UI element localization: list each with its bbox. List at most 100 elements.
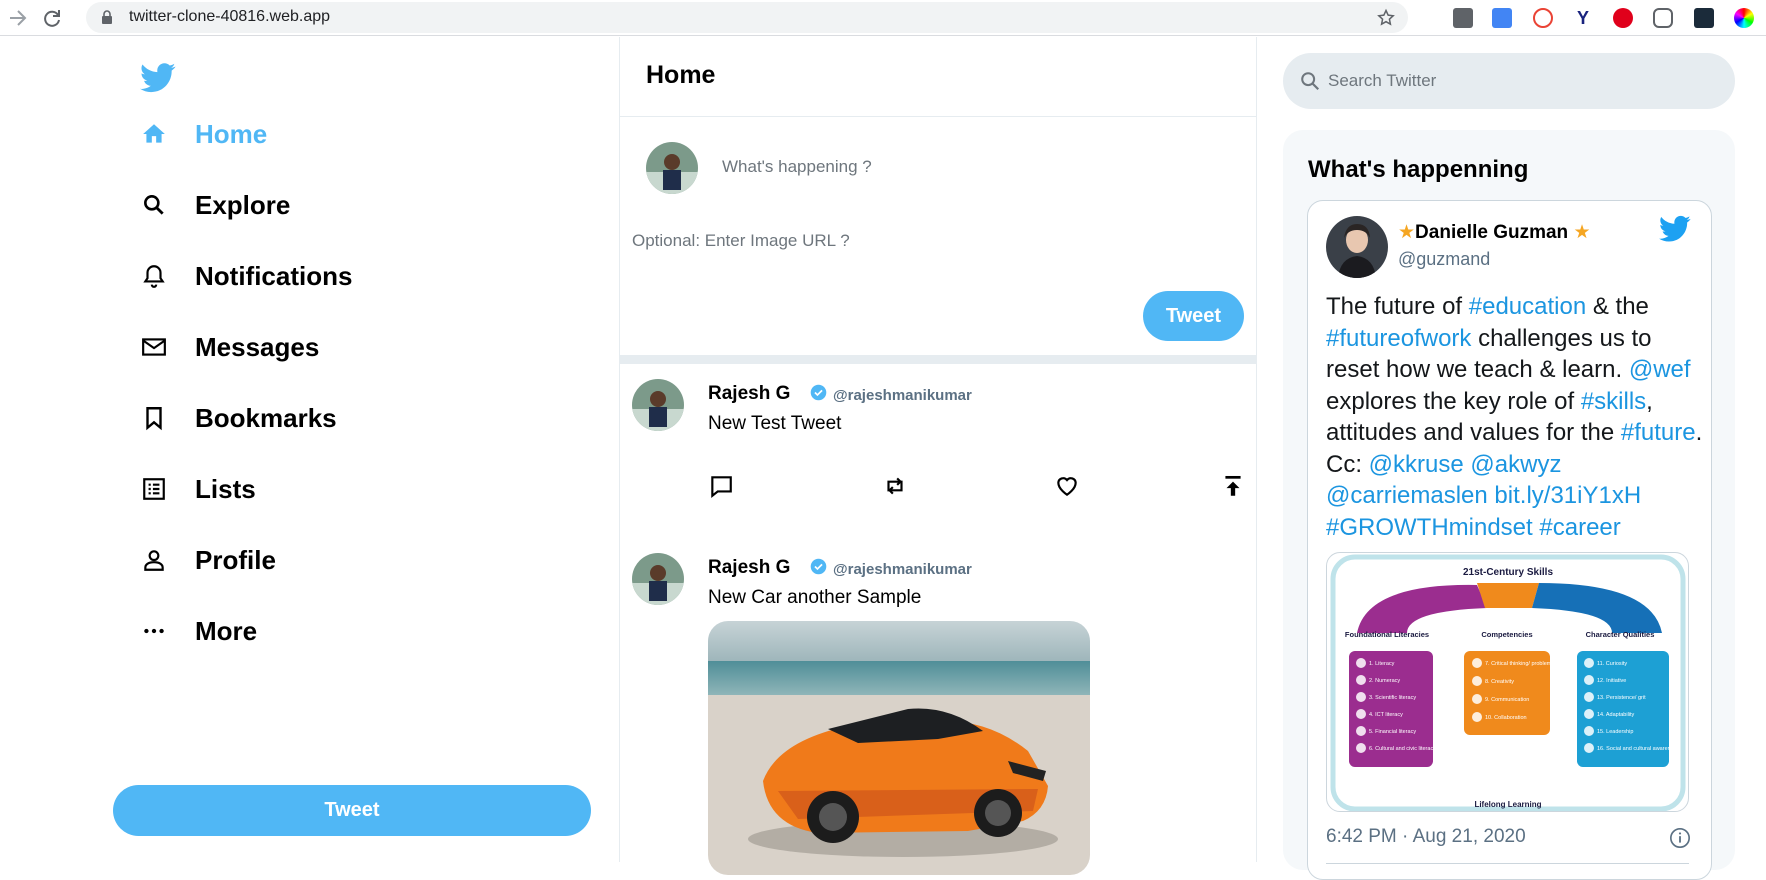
compose-avatar	[646, 142, 698, 194]
sidebar-item-label: Explore	[195, 190, 291, 220]
share-icon[interactable]	[1220, 473, 1246, 499]
compose-input[interactable]: What's happening ?	[722, 157, 872, 177]
sidebar-item-more[interactable]: More	[140, 611, 257, 651]
whats-happening-widget: What's happenning ★Danielle Guzman ★ @gu…	[1283, 130, 1735, 880]
embed-text-span: & the	[1586, 293, 1649, 320]
verified-icon	[810, 384, 827, 401]
keep-icon[interactable]	[1453, 8, 1473, 28]
forward-icon[interactable]	[6, 6, 30, 30]
browser-toolbar: twitter-clone-40816.web.app Y	[0, 0, 1766, 36]
bookmark-star-icon[interactable]	[1376, 8, 1396, 28]
embed-link[interactable]: #futureofwork	[1326, 325, 1471, 352]
infographic-item: 16. Social and cultural awareness	[1597, 746, 1679, 752]
feed-header: Home	[620, 37, 1257, 117]
embed-link[interactable]: #career	[1539, 514, 1620, 541]
sidebar-item-notifications[interactable]: Notifications	[140, 256, 352, 296]
infographic-item-icon	[1584, 675, 1594, 685]
retweet-icon[interactable]	[882, 473, 908, 499]
compose-divider	[620, 355, 1257, 364]
embed-author-line: ★Danielle Guzman ★	[1398, 221, 1590, 244]
person-icon	[140, 546, 168, 574]
infographic-item-icon	[1472, 676, 1482, 686]
infographic-item: 14. Adaptability	[1597, 712, 1635, 718]
info-icon[interactable]	[1669, 827, 1691, 849]
infographic-title: 21st-Century Skills	[1463, 567, 1553, 578]
embed-author-name: Danielle Guzman	[1415, 222, 1569, 243]
infographic-item-icon	[1584, 709, 1594, 719]
embed-image[interactable]: 21st-Century Skills Foundational Literac…	[1326, 552, 1689, 812]
infographic-item-icon	[1356, 658, 1366, 668]
infographic-item-icon	[1584, 692, 1594, 702]
sidebar-item-lists[interactable]: Lists	[140, 469, 256, 509]
sidebar-item-profile[interactable]: Profile	[140, 540, 276, 580]
sidebar-item-label: Bookmarks	[195, 403, 337, 433]
embed-timestamp: 6:42 PM · Aug 21, 2020	[1326, 826, 1526, 847]
star-icon: ★	[1398, 222, 1416, 243]
embed-author-handle: @guzmand	[1398, 249, 1491, 269]
vivaldi-icon[interactable]: Y	[1573, 8, 1593, 28]
react-icon[interactable]	[1694, 8, 1714, 28]
search-icon	[140, 191, 168, 219]
infographic-item-icon	[1584, 658, 1594, 668]
embed-link[interactable]: @wef	[1629, 356, 1691, 383]
embed-link[interactable]: #skills	[1581, 388, 1646, 415]
sidebar: Home Explore Notifications Messages Book…	[0, 37, 619, 862]
embed-text-span: explores the key role of	[1326, 387, 1581, 415]
infographic-item-icon	[1356, 743, 1366, 753]
embed-link[interactable]: #education	[1469, 293, 1586, 320]
twitter-logo-icon[interactable]	[1659, 215, 1691, 243]
twitter-logo-icon[interactable]	[140, 63, 176, 93]
sidebar-item-bookmarks[interactable]: Bookmarks	[140, 398, 337, 438]
infographic-item-icon	[1584, 743, 1594, 753]
embed-text: The future of #education & the #futureof…	[1326, 291, 1706, 543]
embed-link[interactable]: #GROWTHmindset	[1326, 514, 1533, 541]
sidebar-item-label: Home	[195, 119, 268, 149]
sidebar-item-home[interactable]: Home	[140, 114, 267, 154]
sidebar-item-messages[interactable]: Messages	[140, 327, 319, 367]
infographic-item: 5. Financial literacy	[1369, 729, 1416, 735]
color-extension-icon[interactable]	[1653, 8, 1673, 28]
infographic-footer: Lifelong Learning	[1474, 800, 1541, 809]
like-icon[interactable]	[1054, 473, 1080, 499]
post-author-name: Rajesh G	[708, 383, 791, 404]
feed: Home What's happening ? Optional: Enter …	[619, 37, 1257, 875]
infographic-item: 9. Communication	[1485, 697, 1529, 703]
post-author-handle: @rajeshmanikumar	[833, 387, 972, 404]
infographic-item-icon	[1356, 692, 1366, 702]
embed-avatar	[1326, 216, 1388, 278]
sidebar-tweet-button[interactable]: Tweet	[113, 785, 591, 836]
mail-icon	[140, 333, 168, 361]
embed-link[interactable]: @kkruse	[1369, 451, 1464, 478]
reply-icon[interactable]	[708, 473, 734, 499]
sidebar-item-label: More	[195, 616, 258, 646]
lock-icon	[102, 10, 112, 24]
address-bar[interactable]: twitter-clone-40816.web.app	[86, 2, 1408, 33]
infographic-item-icon	[1356, 675, 1366, 685]
search-input[interactable]: Search Twitter	[1283, 53, 1735, 109]
extension-red-icon[interactable]	[1533, 8, 1553, 28]
search-icon	[1301, 72, 1320, 91]
embed-link[interactable]: @carriemaslen	[1326, 482, 1488, 509]
infographic-col1: Foundational Literacies	[1345, 630, 1429, 639]
infographic-item: 2. Numeracy	[1369, 678, 1400, 684]
translate-icon[interactable]	[1492, 8, 1512, 28]
post-image[interactable]	[708, 621, 1090, 875]
compose-tweet-button[interactable]: Tweet	[1143, 291, 1244, 341]
sidebar-item-explore[interactable]: Explore	[140, 185, 290, 225]
embedded-tweet[interactable]: ★Danielle Guzman ★ @guzmand The future o…	[1307, 200, 1712, 880]
reload-icon[interactable]	[40, 6, 64, 30]
sidebar-item-label: Messages	[195, 332, 320, 362]
sidebar-item-label: Notifications	[195, 261, 353, 291]
adblock-icon[interactable]	[1613, 8, 1633, 28]
embed-link[interactable]: bit.ly/31iY1xH	[1494, 482, 1641, 509]
infographic-col3: Character Qualities	[1586, 630, 1655, 639]
infographic-item: 15. Leadership	[1597, 729, 1633, 735]
embed-link[interactable]: #future	[1621, 419, 1696, 446]
embed-link[interactable]: @akwyz	[1470, 451, 1561, 478]
post-avatar	[632, 553, 684, 605]
infographic-item: 7. Critical thinking/ problem-solving	[1485, 661, 1570, 667]
infographic-item: 3. Scientific literacy	[1369, 695, 1416, 701]
infographic-item-icon	[1584, 726, 1594, 736]
image-url-input[interactable]: Optional: Enter Image URL ?	[632, 231, 850, 251]
color-picker-icon[interactable]	[1734, 8, 1754, 28]
